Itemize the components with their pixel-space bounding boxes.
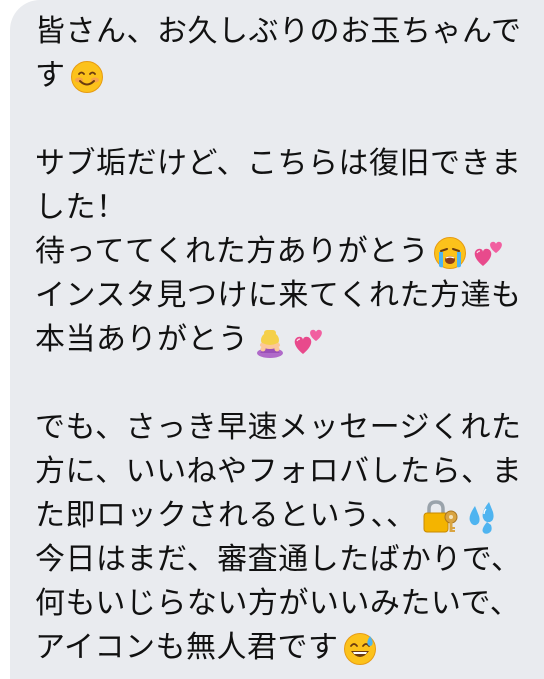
message-text: た即ロックされるという、、: [35, 498, 417, 533]
message-line: す: [35, 54, 544, 98]
message-text: した！: [35, 190, 127, 225]
message-text: 本当ありがとう: [35, 322, 249, 357]
message-line: 方に、いいねやフォロバしたら、ま: [35, 450, 544, 494]
two-hearts-icon: [471, 236, 505, 270]
message-text: でも、さっき早速メッセージくれた: [35, 410, 522, 445]
message-line: 今日はまだ、審査通したばかりで、: [35, 538, 544, 582]
message-text: インスタ見つけに来てくれた方達も: [35, 278, 522, 313]
grinning-sweat-face-icon: [343, 632, 377, 666]
message-line: アイコンも無人君です: [35, 626, 544, 670]
message-line: 何もいじらない方がいいみたいで、: [35, 582, 544, 626]
message-line: サブ垢だけど、こちらは復旧できま: [35, 142, 544, 186]
message-text: 今日はまだ、審査通したばかりで、: [35, 542, 522, 577]
message-line: た即ロックされるという、、: [35, 494, 544, 538]
message-line: 待っててくれた方ありがとう: [35, 230, 544, 274]
two-hearts-icon: [291, 324, 325, 358]
crying-face-icon: [433, 236, 467, 270]
message-line: 皆さん、お久しぶりのお玉ちゃんで: [35, 10, 544, 54]
message-text: す: [35, 58, 66, 93]
message-text: アイコンも無人君です: [35, 630, 339, 665]
message-line: でも、さっき早速メッセージくれた: [35, 406, 544, 450]
message-line: インスタ見つけに来てくれた方達も: [35, 274, 544, 318]
locked-with-key-icon: [421, 499, 461, 535]
message-line: 本当ありがとう: [35, 318, 544, 362]
message-text: 待っててくれた方ありがとう: [35, 234, 430, 269]
message-text: 皆さん、お久しぶりのお玉ちゃんで: [35, 14, 522, 49]
message-text: 何もいじらない方がいいみたいで、: [35, 586, 521, 621]
message-line: した！: [35, 186, 544, 230]
bowing-person-icon: [253, 324, 287, 358]
sweat-droplets-icon: [465, 500, 501, 534]
message-bubble: 皆さん、お久しぶりのお玉ちゃんで す サブ垢だけど、こちらは復旧できま した！ …: [10, 0, 544, 679]
message-text: サブ垢だけど、こちらは復旧できま: [35, 146, 522, 181]
message-text: 方に、いいねやフォロバしたら、ま: [35, 454, 523, 489]
smiling-face-icon: [70, 60, 104, 94]
